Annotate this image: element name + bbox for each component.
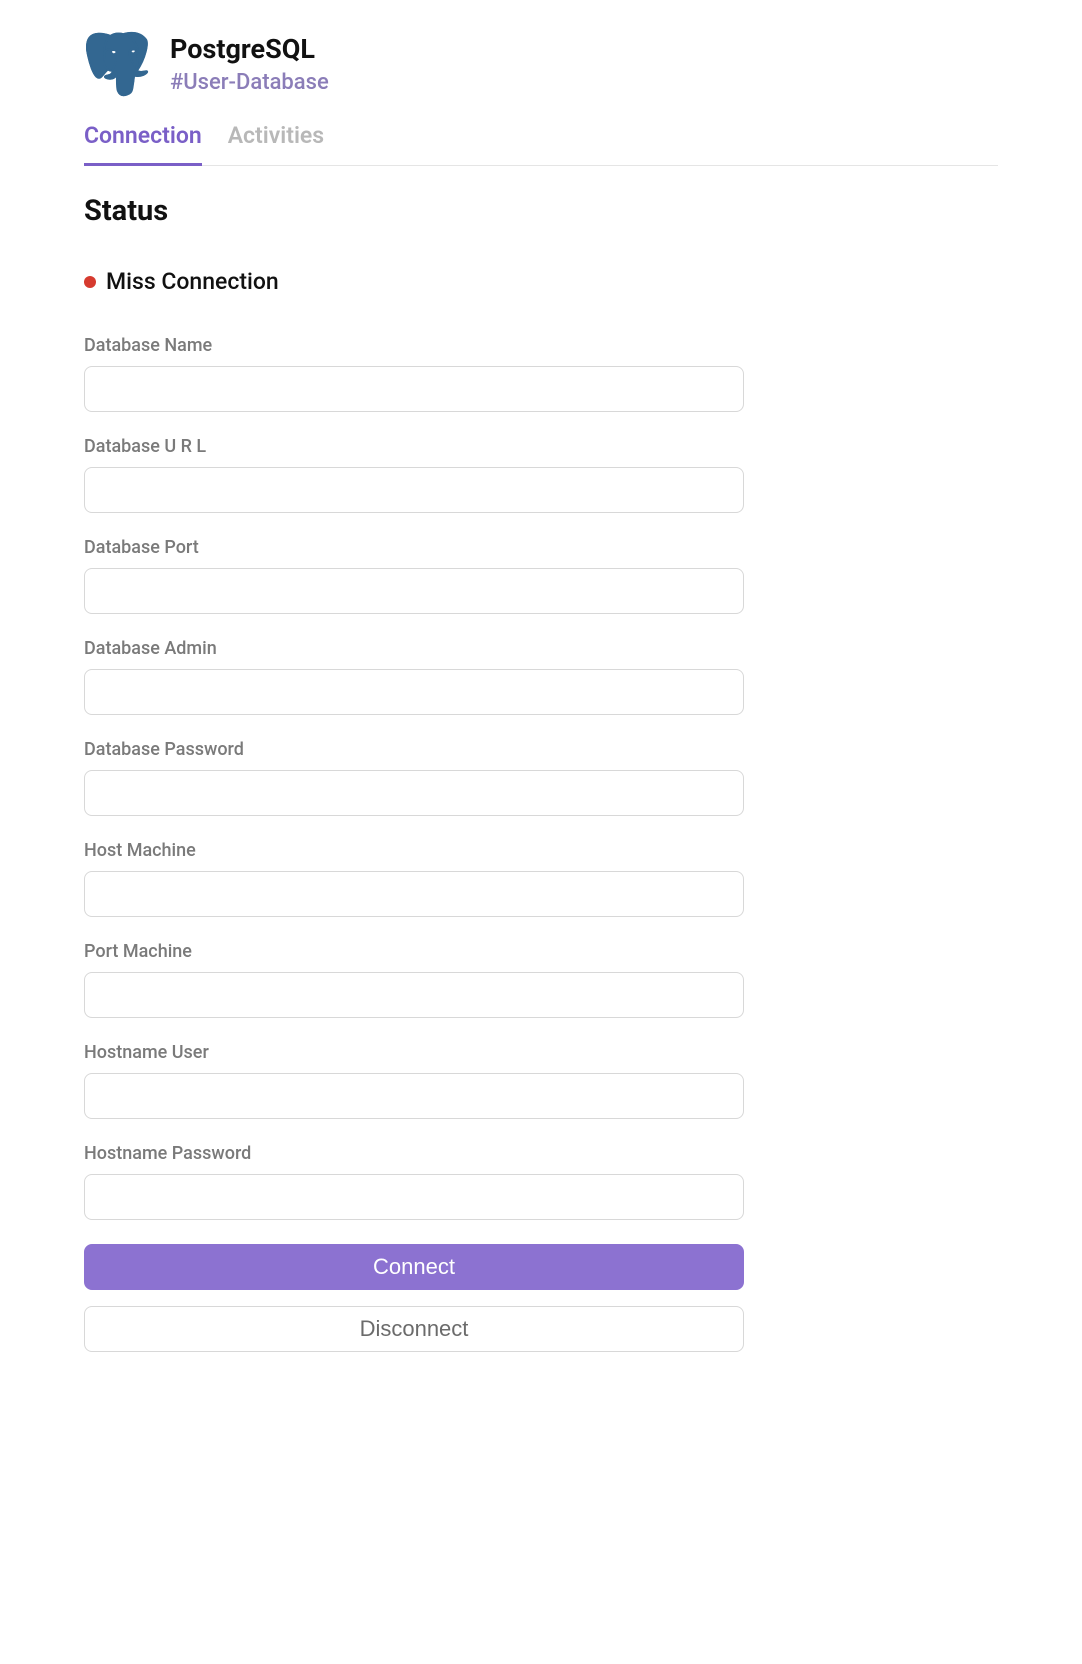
- postgresql-logo-icon: [84, 30, 150, 98]
- disconnect-button[interactable]: Disconnect: [84, 1306, 744, 1352]
- database-name-field[interactable]: [84, 366, 744, 412]
- database-name-label: Database Name: [84, 335, 744, 356]
- header: PostgreSQL #User-Database: [84, 30, 998, 98]
- port-machine-label: Port Machine: [84, 941, 744, 962]
- tab-activities[interactable]: Activities: [228, 122, 324, 166]
- page-title: PostgreSQL: [170, 33, 329, 65]
- database-port-field[interactable]: [84, 568, 744, 614]
- database-url-field[interactable]: [84, 467, 744, 513]
- status-row: Miss Connection: [84, 268, 998, 295]
- status-dot-icon: [84, 276, 96, 288]
- database-url-label: Database U R L: [84, 436, 744, 457]
- database-password-field[interactable]: [84, 770, 744, 816]
- hostname-user-field[interactable]: [84, 1073, 744, 1119]
- host-machine-field[interactable]: [84, 871, 744, 917]
- connect-button[interactable]: Connect: [84, 1244, 744, 1290]
- database-password-label: Database Password: [84, 739, 744, 760]
- port-machine-field[interactable]: [84, 972, 744, 1018]
- status-text: Miss Connection: [106, 268, 279, 295]
- database-admin-field[interactable]: [84, 669, 744, 715]
- hostname-password-label: Hostname Password: [84, 1143, 744, 1164]
- database-port-label: Database Port: [84, 537, 744, 558]
- page-subtitle: #User-Database: [170, 70, 329, 95]
- host-machine-label: Host Machine: [84, 840, 744, 861]
- database-admin-label: Database Admin: [84, 638, 744, 659]
- section-title: Status: [84, 194, 998, 228]
- tab-connection[interactable]: Connection: [84, 122, 202, 166]
- tabs: Connection Activities: [84, 122, 998, 166]
- hostname-password-field[interactable]: [84, 1174, 744, 1220]
- hostname-user-label: Hostname User: [84, 1042, 744, 1063]
